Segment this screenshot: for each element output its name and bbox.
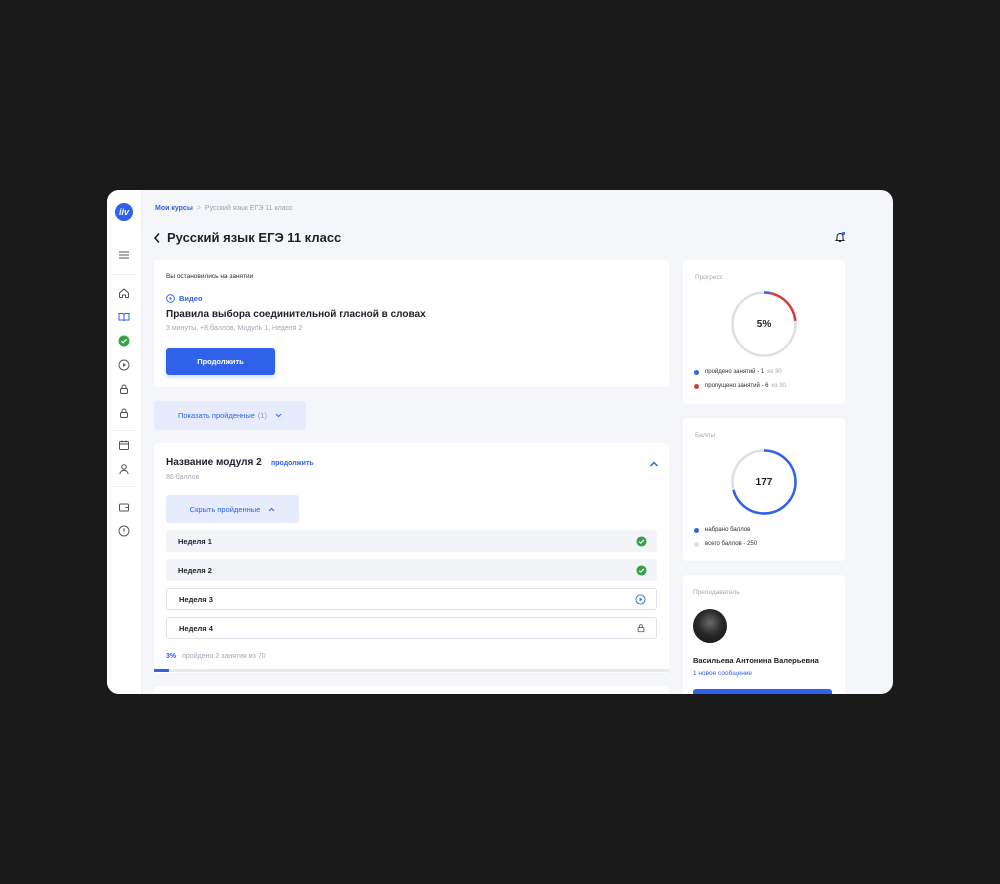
play-icon[interactable]	[117, 358, 131, 372]
sidebar-divider	[113, 486, 135, 487]
legend-text: пройдено занятий - 1	[705, 369, 765, 375]
play-icon	[166, 294, 175, 303]
lesson-title[interactable]: Правила выбора соединительной гласной в …	[166, 309, 426, 320]
page-title: Русский язык ЕГЭ 11 класс	[167, 230, 342, 245]
show-passed-count: (1)	[257, 411, 268, 420]
show-passed-label: Показать пройденные	[177, 411, 255, 420]
legend-dot	[694, 369, 699, 375]
module-continue-link[interactable]: продолжить	[271, 460, 314, 467]
points-value: 177	[755, 476, 773, 488]
next-module-card[interactable]	[154, 686, 669, 694]
legend-dot	[694, 527, 699, 533]
legend-item-earned: набрано баллов	[694, 527, 750, 533]
continue-lesson-card: Вы остановились на занятии Видео Правила…	[154, 260, 669, 387]
menu-icon[interactable]	[117, 248, 131, 262]
show-passed-button[interactable]: Показать пройденные (1)	[154, 401, 306, 430]
lesson-meta: 3 минуты, +8 баллов, Модуль 1, Неделя 2	[166, 325, 303, 332]
legend-dot	[694, 541, 699, 547]
legend-text: набрано баллов	[705, 527, 751, 533]
app-logo[interactable]: iiv	[115, 203, 133, 221]
teacher-widget-label: Преподаватель	[693, 589, 740, 596]
home-icon[interactable]	[117, 286, 131, 300]
sidebar-divider	[113, 430, 135, 431]
points-widget: Баллы 177 набрано баллов всего баллов - …	[683, 418, 845, 561]
continue-label: Вы остановились на занятии	[166, 273, 254, 280]
module-card: Название модуля 2 продолжить 86 баллов С…	[154, 443, 669, 673]
breadcrumb-item-my-courses[interactable]: Мои курсы	[155, 205, 193, 212]
continue-button[interactable]: Продолжить	[166, 348, 275, 375]
week-label: Неделя 4	[179, 623, 213, 633]
message-button[interactable]	[693, 689, 832, 694]
lock-icon[interactable]	[117, 406, 131, 420]
week-row[interactable]: Неделя 2	[166, 559, 657, 581]
title-row: Русский язык ЕГЭ 11 класс	[153, 230, 341, 245]
app-window: iiv Мои курсы > Русский язык ЕГЭ 11 клас…	[107, 190, 893, 694]
progress-value: 5%	[756, 318, 772, 330]
book-icon[interactable]	[117, 310, 131, 324]
module-progress-bar	[154, 669, 669, 672]
user-icon[interactable]	[117, 462, 131, 476]
legend-item-skipped: пропущено занятий - 6 из 30	[694, 383, 786, 389]
breadcrumb: Мои курсы > Русский язык ЕГЭ 11 класс	[155, 205, 293, 212]
info-icon[interactable]	[117, 524, 131, 538]
legend-item-completed: пройдено занятий - 1 из 30	[694, 369, 782, 375]
breadcrumb-item-current: Русский язык ЕГЭ 11 класс	[204, 205, 293, 212]
module-progress-label: пройдено 2 занятия из 70	[182, 653, 266, 660]
week-label: Неделя 1	[178, 536, 212, 546]
check-circle-icon[interactable]	[117, 334, 131, 348]
legend-text: всего баллов - 250	[705, 541, 758, 547]
module-points: 86 баллов	[166, 474, 200, 481]
legend-item-total: всего баллов - 250	[694, 541, 757, 547]
sidebar-divider	[113, 274, 135, 275]
lock-icon[interactable]	[117, 382, 131, 396]
week-row[interactable]: Неделя 1	[166, 530, 657, 552]
points-widget-label: Баллы	[695, 432, 716, 439]
check-circle-icon	[636, 535, 647, 547]
calendar-icon[interactable]	[117, 438, 131, 452]
sidebar: iiv	[107, 190, 142, 694]
play-icon	[635, 593, 646, 605]
chevron-down-icon	[275, 413, 282, 418]
chevron-up-icon[interactable]	[648, 457, 660, 469]
week-label: Неделя 2	[178, 565, 212, 575]
progress-widget: Прогресс 5% пройдено занятий - 1 из 30 пр…	[683, 260, 845, 404]
chevron-up-icon	[268, 507, 275, 511]
lesson-type: Видео	[166, 294, 203, 303]
legend-text: пропущено занятий - 6	[705, 383, 769, 389]
legend-dot	[694, 383, 699, 389]
teacher-widget: Преподаватель Васильева Антонина Валерье…	[683, 575, 845, 694]
module-title: Название модуля 2	[166, 457, 262, 468]
module-progress-percent: 3%	[166, 653, 177, 660]
module-progress-fill	[154, 669, 170, 672]
check-circle-icon	[636, 564, 647, 576]
module-progress-text: 3% пройдено 2 занятия из 70	[166, 653, 266, 660]
week-row[interactable]: Неделя 3	[166, 588, 657, 610]
teacher-name: Васильева Антонина Валерьевна	[693, 656, 819, 665]
legend-suffix: из 30	[771, 383, 786, 389]
legend-suffix: из 30	[767, 369, 782, 375]
breadcrumb-separator: >	[196, 205, 201, 212]
lock-icon	[635, 623, 646, 634]
chevron-left-icon[interactable]	[153, 231, 163, 245]
bell-icon[interactable]	[834, 230, 846, 242]
lesson-type-label: Видео	[179, 294, 203, 303]
new-message-link[interactable]: 1 новое сообщение	[693, 670, 752, 677]
progress-widget-label: Прогресс	[695, 274, 724, 281]
week-row[interactable]: Неделя 4	[166, 617, 657, 639]
hide-passed-label: Скрыть пройденные	[189, 504, 261, 514]
week-label: Неделя 3	[179, 594, 213, 604]
hide-passed-button[interactable]: Скрыть пройденные	[166, 495, 299, 523]
wallet-icon[interactable]	[117, 500, 131, 514]
avatar[interactable]	[693, 609, 727, 643]
